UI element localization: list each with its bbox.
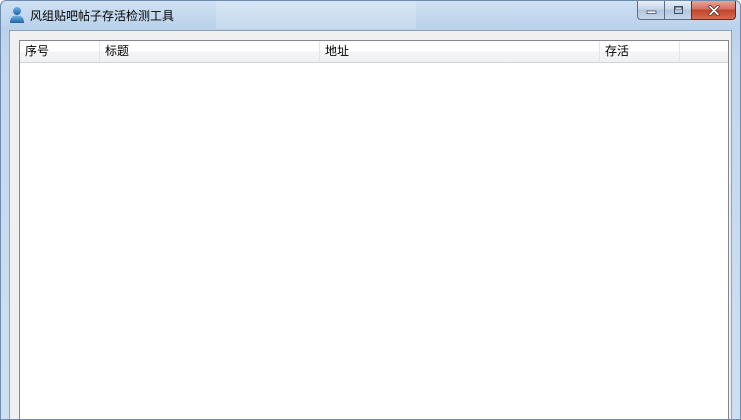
close-button[interactable] [691,1,736,20]
column-header-alive[interactable]: 存活 [600,41,680,62]
list-body[interactable] [20,63,728,419]
client-area: 序号 标题 地址 存活 [9,30,732,419]
maximize-icon [673,6,683,14]
column-header-title[interactable]: 标题 [100,41,320,62]
column-header-url[interactable]: 地址 [320,41,600,62]
list-header: 序号 标题 地址 存活 [20,41,728,63]
maximize-button[interactable] [664,1,691,20]
user-icon [10,7,24,23]
column-header-index[interactable]: 序号 [20,41,100,62]
minimize-button[interactable] [637,1,664,20]
minimize-icon [646,10,656,14]
caption-buttons [637,1,736,20]
close-icon [707,4,720,16]
app-window: 风组贴吧帖子存活检测工具 序号 标题 地址 存活 [0,0,741,420]
column-header-filler [680,41,728,62]
title-bar[interactable]: 风组贴吧帖子存活检测工具 [1,1,740,29]
post-list-view[interactable]: 序号 标题 地址 存活 [19,40,729,419]
window-title: 风组贴吧帖子存活检测工具 [30,9,175,23]
